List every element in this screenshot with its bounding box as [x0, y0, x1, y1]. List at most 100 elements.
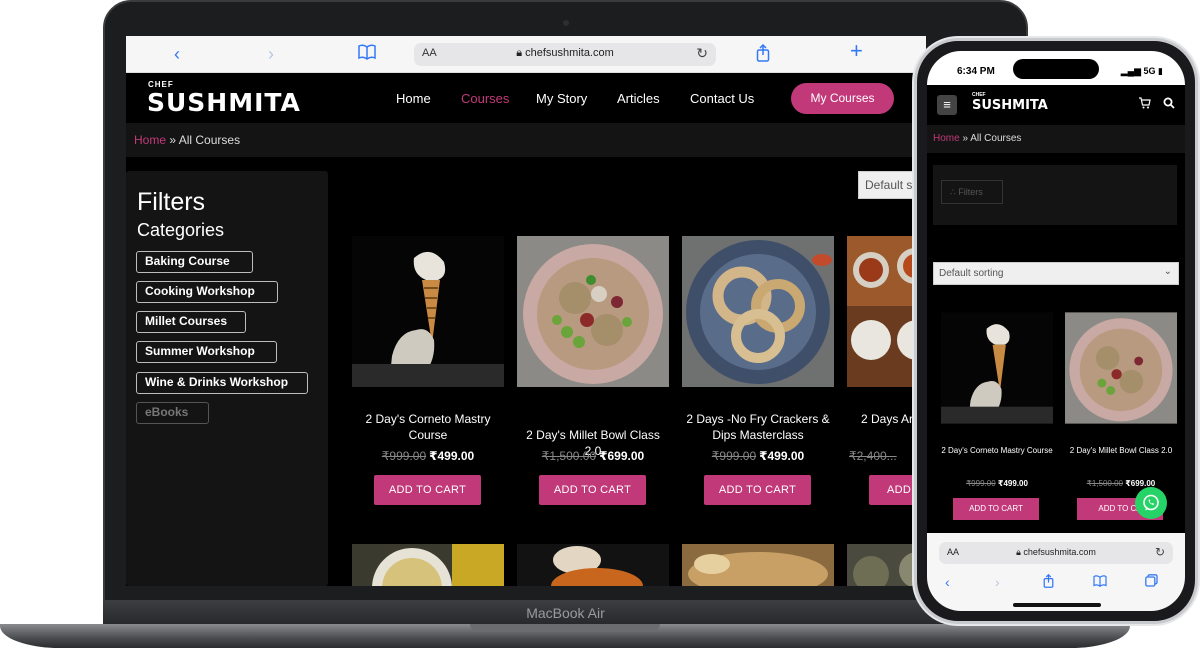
bookmarks-icon[interactable] — [1093, 574, 1107, 590]
product-image-row2-2[interactable] — [517, 544, 669, 586]
camera-icon — [563, 20, 569, 26]
signal-icon: ▂▄▆ — [1120, 66, 1141, 76]
product-card: 2 Day's Corneto Mastry Course ₹999.00 ₹4… — [941, 312, 1053, 520]
reload-icon[interactable]: ↻ — [1155, 545, 1165, 559]
laptop-screen: ‹ › AA 🔒︎ chefsushmita.com ↻ + CHEF SUSH… — [126, 36, 926, 586]
product-price: ₹1,500.00 ₹699.00 — [1065, 479, 1177, 488]
status-network: ▂▄▆ 5G ▮ — [1120, 66, 1163, 76]
whatsapp-icon[interactable] — [1135, 487, 1167, 519]
product-card: 2 Day's Corneto Mastry Course ₹999.00 ₹49… — [352, 236, 504, 505]
categories-title: Categories — [137, 220, 225, 240]
old-price: ₹2,400... — [849, 449, 897, 463]
filters-button[interactable]: ∴ Filters — [941, 180, 1003, 204]
sort-select[interactable]: Default sorting ⌄ — [933, 262, 1179, 285]
product-card: 2 Day's Millet Bowl Class 2.0 ₹1,500.00 … — [1065, 312, 1177, 520]
add-to-cart-button[interactable]: ADD TO CART — [374, 475, 481, 505]
back-icon[interactable]: ‹ — [945, 574, 950, 590]
hamburger-menu-icon[interactable]: ≡ — [937, 95, 957, 115]
cart-icon[interactable] — [1139, 97, 1151, 112]
share-icon[interactable] — [756, 43, 770, 66]
product-name[interactable]: 2 Day's Corneto Mastry Course — [941, 445, 1053, 457]
add-to-cart-button[interactable]: ADD TO CART — [953, 498, 1039, 520]
back-icon[interactable]: ‹ — [174, 44, 180, 64]
product-image-corneto[interactable] — [352, 236, 504, 387]
breadcrumb-current: All Courses — [970, 133, 1022, 144]
product-card: 2 Days -No Fry Crackers & Dips Mastercla… — [682, 236, 834, 505]
breadcrumb-separator: » — [169, 133, 177, 147]
product-image-corneto[interactable] — [941, 312, 1053, 424]
filters-panel: ∴ Filters — [933, 165, 1177, 225]
breadcrumb-home-link[interactable]: Home — [134, 133, 166, 147]
status-time: 6:34 PM — [957, 66, 995, 77]
bookmarks-icon[interactable] — [358, 44, 376, 64]
mockup-stage: ‹ › AA 🔒︎ chefsushmita.com ↻ + CHEF SUSH… — [0, 0, 1200, 650]
phone-screen: 6:34 PM ▂▄▆ 5G ▮ ≡ CHEF SUSHMITA Home » … — [927, 51, 1185, 611]
tabs-icon[interactable] — [1145, 574, 1158, 590]
category-millet-courses[interactable]: Millet Courses — [136, 311, 246, 333]
site-logo[interactable]: SUSHMITA — [147, 88, 301, 117]
search-icon[interactable] — [1163, 97, 1175, 112]
chevron-down-icon: ⌄ — [1163, 266, 1172, 277]
nav-home[interactable]: Home — [396, 91, 431, 106]
old-price: ₹999.00 — [381, 449, 427, 463]
category-cooking-workshop[interactable]: Cooking Workshop — [136, 281, 278, 303]
product-image-row2-1[interactable] — [352, 544, 504, 586]
product-price: ₹999.00 ₹499.00 — [941, 479, 1053, 488]
phone-site-header: ≡ CHEF SUSHMITA — [927, 85, 1185, 125]
category-wine-drinks-workshop[interactable]: Wine & Drinks Workshop — [136, 372, 308, 394]
laptop-notch — [470, 624, 660, 632]
old-price: ₹1,500.00 — [541, 449, 597, 463]
category-summer-workshop[interactable]: Summer Workshop — [136, 341, 277, 363]
product-card: 2 Day's Millet Bowl Class 2.0 ₹1,500.00 ₹… — [517, 236, 669, 505]
product-image-millet-bowl[interactable] — [517, 236, 669, 387]
product-image-crackers[interactable] — [682, 236, 834, 387]
url-bar[interactable]: AA 🔒︎ chefsushmita.com ↻ — [414, 43, 716, 66]
category-baking-course[interactable]: Baking Course — [136, 251, 253, 273]
product-image-millet-bowl[interactable] — [1065, 312, 1177, 424]
sale-price: ₹499.00 — [759, 449, 805, 463]
url-text: 🔒︎ chefsushmita.com — [516, 47, 614, 59]
share-icon[interactable] — [1043, 573, 1054, 591]
add-to-cart-button[interactable]: ADD TO CART — [704, 475, 811, 505]
url-bar[interactable]: AA 🔒︎ chefsushmita.com ↻ — [939, 542, 1173, 564]
phone-status-bar: 6:34 PM ▂▄▆ 5G ▮ — [927, 51, 1185, 85]
sale-price: ₹499.00 — [429, 449, 475, 463]
nav-articles[interactable]: Articles — [617, 91, 660, 106]
nav-courses[interactable]: Courses — [461, 91, 509, 106]
lock-icon: 🔒︎ — [516, 47, 523, 59]
url-text: 🔒︎ chefsushmita.com — [1016, 547, 1096, 557]
breadcrumb: Home » All Courses — [927, 125, 1185, 153]
old-price: ₹999.00 — [711, 449, 757, 463]
nav-contact-us[interactable]: Contact Us — [690, 91, 754, 106]
site-logo[interactable]: SUSHMITA — [972, 98, 1048, 113]
product-name[interactable]: 2 Day's Millet Bowl Class 2.0 — [1065, 445, 1177, 457]
phone-browser-toolbar: AA 🔒︎ chefsushmita.com ↻ ‹ › — [927, 533, 1185, 611]
product-price: ₹999.00 ₹499.00 — [352, 449, 504, 463]
breadcrumb-home-link[interactable]: Home — [933, 133, 960, 144]
old-price: ₹1,500.00 — [1086, 479, 1123, 488]
filters-title: Filters — [137, 188, 206, 216]
device-label: MacBook Air — [526, 605, 605, 621]
forward-icon[interactable]: › — [268, 44, 274, 64]
home-indicator — [1013, 603, 1101, 607]
add-to-cart-button[interactable]: ADD TO CART — [539, 475, 646, 505]
product-name[interactable]: 2 Days -No Fry Crackers & Dips Mastercla… — [682, 411, 834, 443]
reload-icon[interactable]: ↻ — [696, 45, 708, 62]
forward-icon[interactable]: › — [995, 574, 1000, 590]
add-tab-icon[interactable]: + — [850, 40, 863, 62]
loading-icon: ∴ — [950, 187, 956, 197]
filters-panel: Filters Categories Baking Course Cooking… — [126, 171, 328, 586]
my-courses-button[interactable]: My Courses — [791, 83, 894, 114]
nav-my-story[interactable]: My Story — [536, 91, 587, 106]
breadcrumb-separator: » — [962, 133, 969, 144]
product-price: ₹999.00 ₹499.00 — [682, 449, 834, 463]
old-price: ₹999.00 — [966, 479, 996, 488]
product-price: ₹1,500.00 ₹699.00 — [517, 449, 669, 463]
product-name[interactable]: 2 Day's Corneto Mastry Course — [352, 411, 504, 443]
product-image-row2-3[interactable] — [682, 544, 834, 586]
category-ebooks[interactable]: eBooks — [136, 402, 209, 424]
breadcrumb: Home » All Courses — [126, 123, 926, 157]
sale-price: ₹499.00 — [997, 479, 1028, 488]
dynamic-island — [1013, 59, 1099, 79]
browser-toolbar: ‹ › AA 🔒︎ chefsushmita.com ↻ + — [126, 36, 926, 73]
